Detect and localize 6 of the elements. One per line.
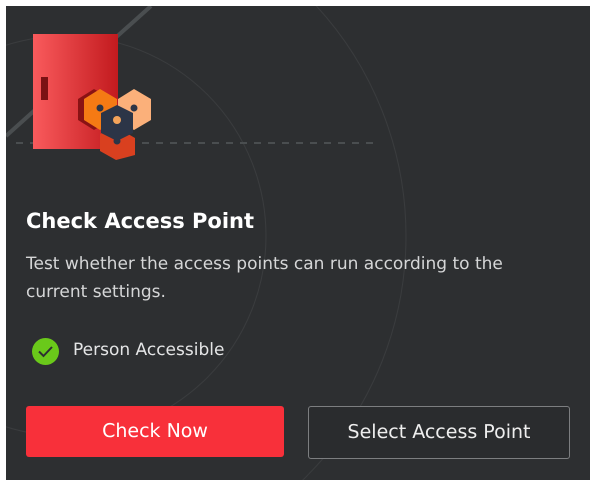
- status-label: Person Accessible: [73, 339, 224, 362]
- select-button[interactable]: Select Access Point: [308, 406, 570, 458]
- check-now-button[interactable]: Check Now: [26, 406, 284, 456]
- card-title: Check Access Point: [26, 208, 256, 235]
- card-description: Test whether the access points can run according to the current settings.: [26, 252, 504, 304]
- door-and-hexagon-icon: [33, 33, 153, 160]
